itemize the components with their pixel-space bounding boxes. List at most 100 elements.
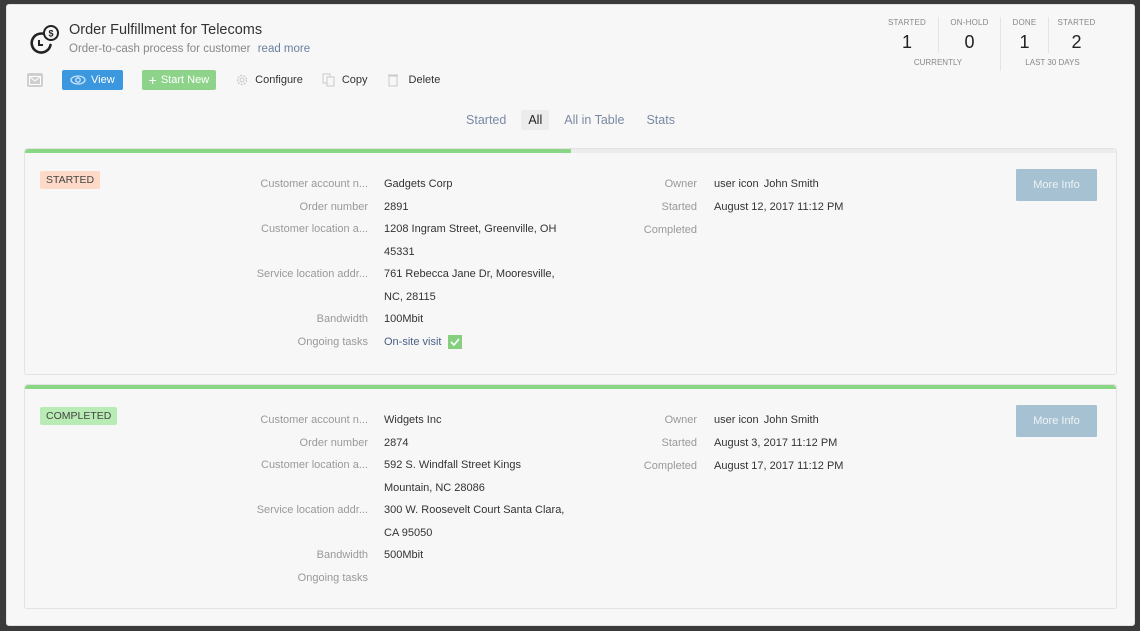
configure-label: Configure	[255, 74, 303, 86]
user-icon: user icon	[714, 414, 759, 426]
field-row: Bandwidth 500Mbit	[225, 544, 605, 567]
field-label: Customer location a...	[261, 223, 368, 235]
configure-button[interactable]: Configure	[235, 73, 303, 87]
field-label: Customer location a...	[261, 459, 368, 471]
more-info-button[interactable]: More Info	[1016, 169, 1097, 201]
email-button[interactable]	[27, 73, 43, 87]
stats-caption-last-30: LAST 30 DAYS	[1025, 58, 1080, 67]
task-link[interactable]: On-site visit	[384, 331, 441, 354]
instance-meta: Owner user icon John Smith Started Augus…	[625, 409, 844, 478]
owner-row: Owner user icon John Smith	[625, 173, 843, 196]
field-value: Mountain, NC 28086	[384, 481, 485, 494]
field-row: Service location addr... 300 W. Roosevel…	[225, 499, 605, 522]
completed-value: August 17, 2017 11:12 PM	[714, 460, 844, 472]
process-panel: $ Order Fulfillment for Telecoms Order-t…	[6, 4, 1135, 626]
stats-caption-currently: CURRENTLY	[913, 58, 963, 67]
field-value	[384, 567, 574, 590]
owner-label: Owner	[664, 178, 697, 190]
field-label: Ongoing tasks	[297, 571, 368, 584]
stats-last-30-days: DONE 1 STARTED 2 LAST 30 DAYS	[1000, 17, 1104, 71]
field-label: Bandwidth	[316, 313, 368, 325]
tab-started[interactable]: Started	[459, 110, 513, 130]
field-value: 592 S. Windfall Street Kings	[384, 459, 521, 471]
owner-name: John Smith	[763, 178, 819, 190]
delete-button[interactable]: Delete	[387, 73, 440, 87]
status-badge: COMPLETED	[40, 407, 118, 425]
field-value: 761 Rebecca Jane Dr, Mooresville,	[384, 268, 555, 280]
owner-value: user icon John Smith	[714, 173, 819, 196]
field-label: Order number	[299, 436, 368, 449]
instance-fields: Customer account n... Widgets Inc Order …	[225, 409, 605, 589]
more-info-button[interactable]: More Info	[1016, 405, 1097, 437]
stat-value: 1	[901, 32, 912, 52]
field-row: Order number 2874	[225, 432, 605, 455]
stat-label: ON-HOLD	[950, 18, 989, 27]
field-label-empty	[225, 286, 368, 309]
user-icon: user icon	[714, 178, 759, 190]
field-label: Order number	[299, 200, 368, 213]
completed-row: Completed August 17, 2017 11:12 PM	[625, 455, 844, 478]
field-value: 500Mbit	[384, 549, 424, 561]
field-value: 2874	[384, 436, 409, 449]
field-label-empty	[225, 241, 368, 264]
completed-row: Completed	[625, 219, 843, 242]
field-label-empty	[225, 477, 368, 500]
stat-value: 1	[1019, 32, 1030, 52]
field-row: Customer account n... Gadgets Corp	[225, 173, 605, 196]
ongoing-task[interactable]: On-site visit	[384, 331, 574, 354]
read-more-link[interactable]: read more	[258, 43, 310, 55]
instance-card: COMPLETED Customer account n... Widgets …	[24, 384, 1117, 609]
field-row: Customer location a... 1208 Ingram Stree…	[225, 218, 605, 241]
stat-value: 2	[1071, 32, 1082, 52]
copy-button[interactable]: Copy	[322, 73, 368, 87]
field-value: NC, 28115	[384, 290, 436, 303]
field-value: 45331	[384, 245, 415, 258]
stat-on-hold: ON-HOLD 0	[938, 17, 1000, 53]
started-value: August 12, 2017 11:12 PM	[714, 201, 844, 213]
field-row-continued: 45331	[225, 241, 605, 264]
envelope-icon	[29, 75, 41, 85]
field-value: Gadgets Corp	[384, 178, 453, 190]
started-value: August 3, 2017 11:12 PM	[714, 437, 838, 449]
field-label: Service location addr...	[256, 504, 368, 516]
field-value: 300 W. Roosevelt Court Santa Clara,	[384, 504, 565, 516]
field-value: 100Mbit	[384, 313, 424, 325]
field-row: Customer account n... Widgets Inc	[225, 409, 605, 432]
stat-value: 0	[964, 32, 975, 52]
field-value: 1208 Ingram Street, Greenville, OH	[384, 223, 557, 235]
start-new-button[interactable]: + Start New	[141, 70, 217, 90]
started-row: Started August 12, 2017 11:12 PM	[625, 196, 844, 219]
field-label: Service location addr...	[256, 268, 368, 280]
started-label: Started	[661, 201, 697, 213]
instance-meta: Owner user icon John Smith Started Augus…	[625, 173, 844, 242]
tab-all-in-table[interactable]: All in Table	[557, 110, 631, 130]
stat-label: DONE	[1012, 18, 1037, 27]
field-value: CA 95050	[384, 526, 433, 539]
instance-card: STARTED Customer account n... Gadgets Co…	[24, 148, 1117, 375]
progress-bar	[25, 385, 1116, 389]
field-label: Customer account n...	[260, 414, 368, 426]
owner-value: user icon John Smith	[714, 409, 819, 432]
tab-stats[interactable]: Stats	[639, 110, 682, 130]
completed-label: Completed	[643, 460, 697, 472]
stat-started-current: STARTED 1	[876, 17, 938, 53]
trash-icon	[387, 74, 398, 87]
field-label: Bandwidth	[316, 549, 368, 561]
plus-icon: +	[148, 72, 157, 88]
stats-panel: STARTED 1 ON-HOLD 0 CURRENTLY DONE 1 STA…	[876, 17, 1104, 71]
view-button-label: View	[91, 74, 115, 86]
stats-currently: STARTED 1 ON-HOLD 0 CURRENTLY	[876, 17, 1000, 71]
field-row: Order number 2891	[225, 196, 605, 219]
view-button[interactable]: View	[62, 70, 123, 90]
field-row-continued: Mountain, NC 28086	[225, 477, 605, 500]
eye-icon	[70, 75, 86, 85]
view-tabs: Started All All in Table Stats	[7, 110, 1134, 130]
status-badge: STARTED	[40, 171, 101, 189]
gear-icon	[237, 74, 248, 86]
tab-all[interactable]: All	[521, 110, 550, 130]
field-label-empty	[225, 522, 368, 545]
page-title: Order Fulfillment for Telecoms	[69, 22, 263, 38]
process-clock-dollar-icon: $	[30, 25, 59, 54]
instance-fields: Customer account n... Gadgets Corp Order…	[225, 173, 605, 353]
stat-label: STARTED	[1057, 18, 1096, 27]
